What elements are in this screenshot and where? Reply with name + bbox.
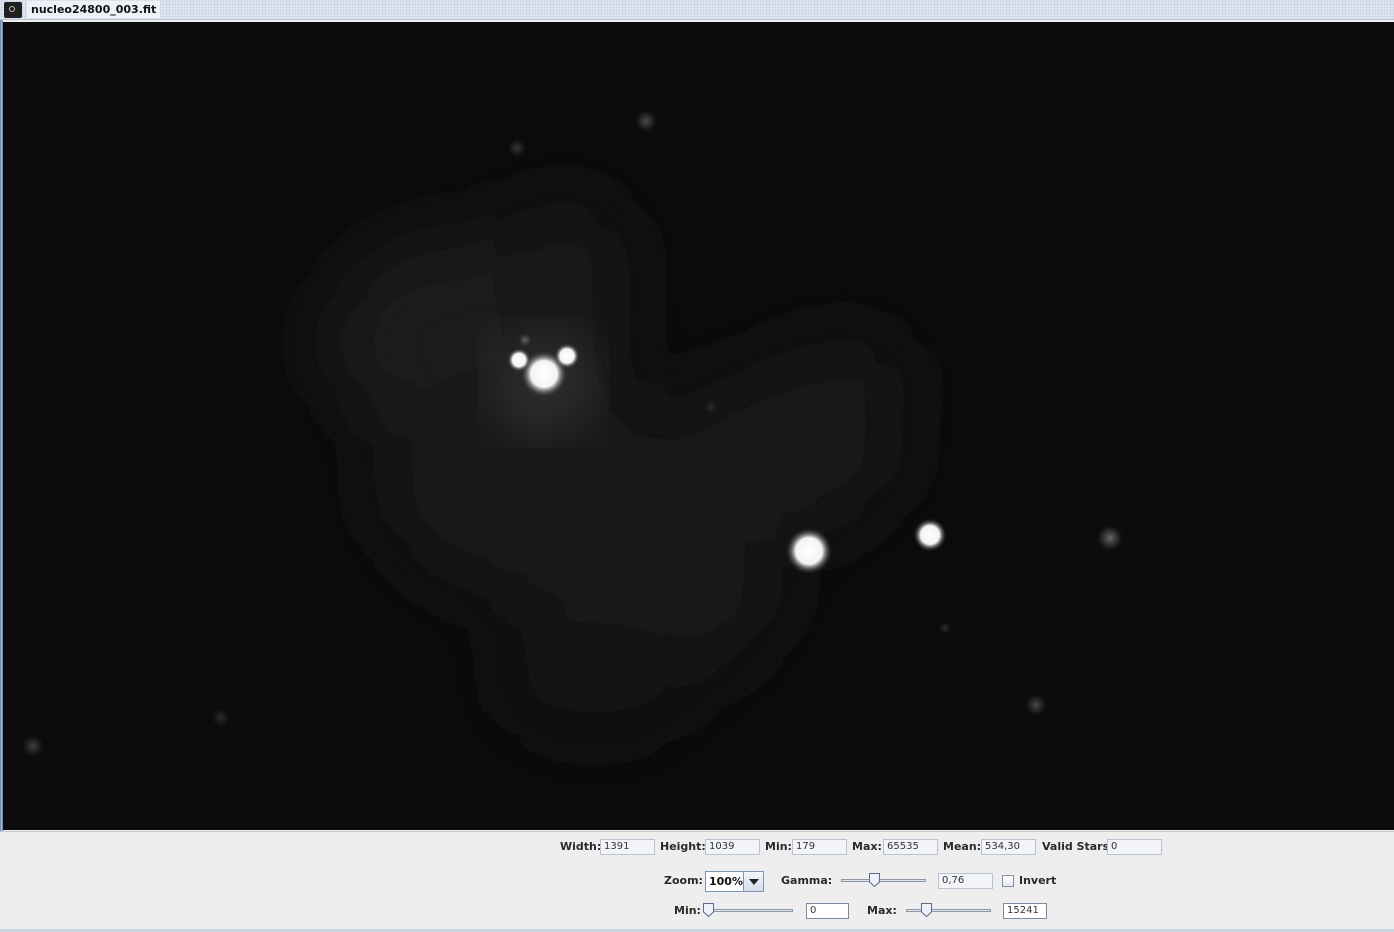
min-stat-label: Min:: [765, 840, 792, 853]
valid-stars-label: Valid Stars: [1042, 840, 1110, 853]
image-viewport[interactable]: [3, 22, 1394, 830]
min-level-slider-thumb[interactable]: [703, 903, 714, 917]
zoom-label: Zoom:: [664, 874, 703, 887]
width-label: Width:: [560, 840, 602, 853]
zoom-value: 100%: [709, 875, 743, 888]
faint-star: [211, 708, 231, 728]
bright-star: [913, 518, 947, 552]
max-level-input[interactable]: 15241: [1003, 903, 1047, 919]
bright-star: [517, 332, 533, 348]
window-frame-left-highlight: [1, 20, 2, 932]
fits-image[interactable]: [3, 22, 1394, 830]
bright-star: [507, 348, 531, 372]
max-stat-label: Max:: [852, 840, 882, 853]
gamma-slider-thumb[interactable]: [869, 873, 880, 887]
gamma-field: 0,76: [938, 873, 993, 889]
faint-star: [507, 138, 527, 158]
max-level-slider-thumb[interactable]: [921, 903, 932, 917]
faint-star: [938, 621, 952, 635]
min-level-slider-track[interactable]: [703, 909, 793, 912]
gamma-slider[interactable]: [841, 873, 926, 889]
height-field: 1039: [705, 839, 760, 855]
nebula-glow: [323, 192, 913, 742]
faint-star: [1096, 524, 1124, 552]
invert-label: Invert: [1019, 874, 1057, 887]
faint-star: [703, 399, 719, 415]
invert-checkbox[interactable]: [1002, 875, 1014, 887]
min-level-slider[interactable]: [703, 903, 793, 919]
gamma-slider-track[interactable]: [841, 879, 926, 882]
bright-star: [785, 527, 833, 575]
max-level-slider[interactable]: [906, 903, 991, 919]
camera-icon[interactable]: [4, 2, 22, 18]
valid-stars-field: 0: [1107, 839, 1162, 855]
title-bar: nucleo24800_003.fit: [0, 0, 1394, 20]
min-stat-field: 179: [792, 839, 847, 855]
max-level-label: Max:: [867, 904, 897, 917]
min-level-label: Min:: [674, 904, 701, 917]
height-label: Height:: [660, 840, 706, 853]
min-level-input[interactable]: 0: [806, 903, 849, 919]
gamma-label: Gamma:: [781, 874, 833, 887]
max-level-slider-track[interactable]: [906, 909, 991, 912]
faint-star: [21, 734, 45, 758]
mean-label: Mean:: [943, 840, 982, 853]
chevron-down-icon[interactable]: [743, 872, 763, 891]
max-stat-field: 65535: [883, 839, 938, 855]
bright-star: [554, 343, 580, 369]
width-field: 1391: [600, 839, 655, 855]
window-title: nucleo24800_003.fit: [27, 1, 161, 18]
faint-star: [634, 109, 658, 133]
faint-star: [1024, 693, 1048, 717]
zoom-select[interactable]: 100%: [705, 871, 764, 892]
mean-field: 534,30: [981, 839, 1036, 855]
